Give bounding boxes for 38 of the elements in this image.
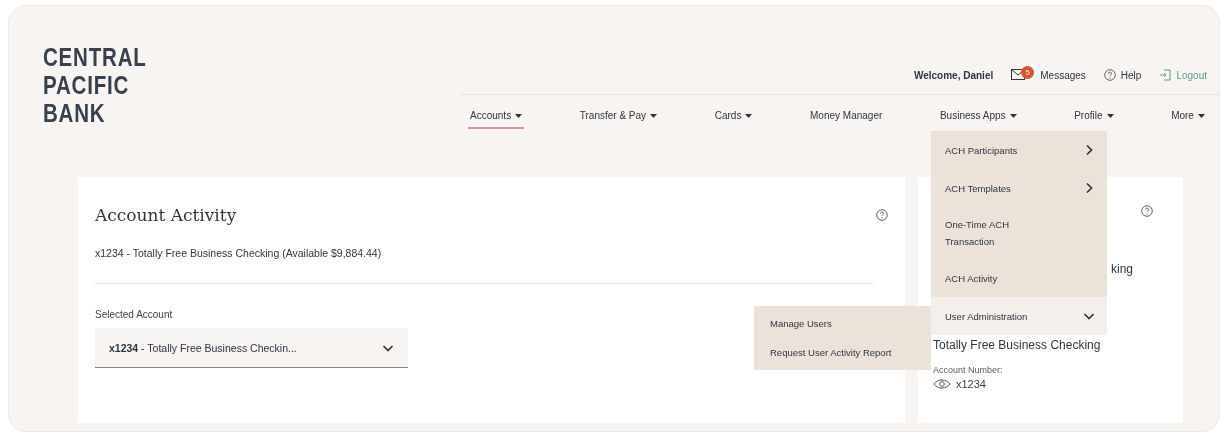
account-summary-text: x1234 - Totally Free Business Checking (Available $9,884.44): [95, 247, 383, 259]
menu-item[interactable]: ACH Participants: [931, 131, 1107, 169]
submenu-item[interactable]: Request User Activity Report: [770, 344, 910, 362]
caret-icon: [1009, 113, 1017, 118]
menu-item[interactable]: One-Time ACH Transaction: [931, 207, 1107, 259]
field-label: Selected Account: [95, 309, 174, 320]
bank-logo[interactable]: CENTRAL PACIFIC BANK: [9, 6, 461, 171]
help-icon[interactable]: [1103, 69, 1116, 81]
account-number: x1234: [956, 378, 986, 390]
help-icon[interactable]: [1141, 205, 1153, 217]
card-title: Account Activity: [95, 205, 237, 225]
account-title: king: [1111, 262, 1134, 276]
help-link[interactable]: Help: [1120, 69, 1142, 81]
caret-icon: [1106, 113, 1114, 118]
nav-tab[interactable]: Accounts: [468, 108, 525, 129]
nav-tab[interactable]: Profile: [1072, 108, 1116, 129]
nav-tab[interactable]: Money Manager: [808, 108, 885, 129]
nav-tab[interactable]: Cards: [712, 108, 755, 129]
menu-item[interactable]: ACH Activity: [931, 259, 1107, 297]
eye-icon[interactable]: [933, 379, 951, 389]
field-label: Account Number:: [933, 365, 1004, 375]
account-name: Totally Free Business Checking: [933, 338, 1102, 352]
nav-tab[interactable]: Business Apps: [937, 108, 1019, 129]
account-select[interactable]: x1234 - Totally Free Business Checkin...: [95, 328, 408, 368]
submenu-item[interactable]: Manage Users: [770, 315, 910, 333]
menu-item[interactable]: User Administration: [931, 297, 1107, 335]
caret-icon: [745, 113, 753, 118]
menu-item[interactable]: ACH Templates: [931, 169, 1107, 207]
messages-link[interactable]: Messages: [1040, 69, 1086, 81]
message-count-badge: 5: [1021, 66, 1035, 79]
caret-icon: [515, 113, 523, 118]
nav-tab[interactable]: More: [1169, 108, 1207, 129]
welcome-text: Welcome, Daniel: [913, 69, 994, 81]
nav-tab[interactable]: Transfer & Pay: [577, 108, 660, 129]
caret-icon: [650, 113, 658, 118]
help-icon[interactable]: [876, 209, 888, 221]
logout-icon: [1159, 69, 1172, 81]
caret-icon: [1197, 113, 1205, 118]
